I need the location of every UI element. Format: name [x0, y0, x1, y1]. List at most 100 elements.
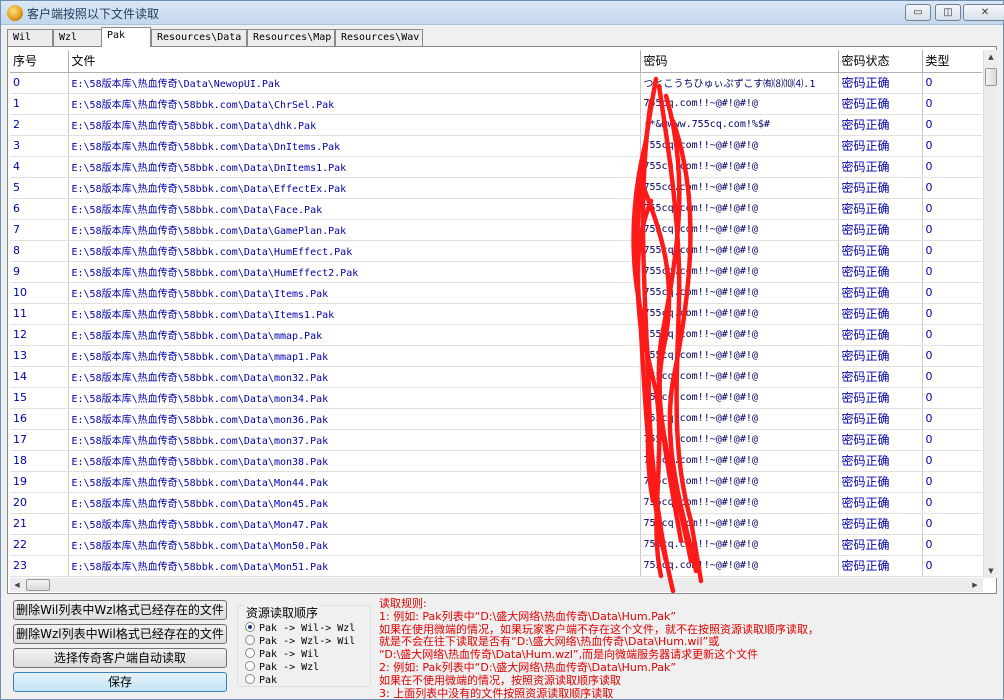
row-index-cell[interactable]: 11 [10, 303, 69, 325]
row-index-cell[interactable]: 14 [10, 366, 69, 388]
tab-wzl[interactable]: Wzl [53, 29, 103, 46]
row-type-cell[interactable]: 0 [922, 282, 982, 304]
row-index-cell[interactable]: 20 [10, 492, 69, 514]
delete-wil-duplicates-button[interactable]: 删除Wil列表中Wzl格式已经存在的文件 [13, 600, 227, 620]
row-index-cell[interactable]: 21 [10, 513, 69, 535]
row-type-cell[interactable]: 0 [922, 408, 982, 430]
read-order-option[interactable]: Pak -> Wzl-> Wil [245, 635, 355, 648]
tab-resources-data[interactable]: Resources\Data [151, 29, 247, 46]
table-row[interactable]: 5 E:\58版本库\热血传奇\58bbk.com\Data\EffectEx.P… [10, 177, 982, 199]
tab-pak[interactable]: Pak [101, 27, 151, 47]
row-index-cell[interactable]: 8 [10, 240, 69, 262]
row-password-status-cell[interactable]: 密码正确 [838, 555, 923, 577]
row-index-cell[interactable]: 12 [10, 324, 69, 346]
table-row[interactable]: 9 E:\58版本库\热血传奇\58bbk.com\Data\HumEffect2… [10, 261, 982, 283]
row-type-cell[interactable]: 0 [922, 366, 982, 388]
close-button[interactable]: ✕ [963, 4, 1004, 21]
radio-icon[interactable] [245, 661, 255, 671]
read-order-option[interactable]: Pak -> Wil-> Wzl [245, 622, 355, 635]
table-row[interactable]: 3 E:\58版本库\热血传奇\58bbk.com\Data\DnItems.Pa… [10, 135, 982, 157]
row-index-cell[interactable]: 10 [10, 282, 69, 304]
table-row[interactable]: 11 E:\58版本库\热血传奇\58bbk.com\Data\Items1.Pa… [10, 303, 982, 325]
row-password-status-cell[interactable]: 密码正确 [838, 240, 923, 262]
row-index-cell[interactable]: 9 [10, 261, 69, 283]
row-index-cell[interactable]: 4 [10, 156, 69, 178]
table-row[interactable]: 2 E:\58版本库\热血传奇\58bbk.com\Data\dhk.Pak (*&… [10, 114, 982, 136]
scroll-left-icon[interactable]: ◀ [10, 578, 24, 592]
row-password-cell[interactable]: 755cq.com!!~@#!@#!@ [640, 156, 839, 178]
row-password-cell[interactable]: 755cq.com!!~@#!@#!@ [640, 240, 839, 262]
vertical-scroll-thumb[interactable] [985, 68, 997, 86]
row-type-cell[interactable]: 0 [922, 471, 982, 493]
row-password-cell[interactable]: 755cq.com!!~@#!@#!@ [640, 282, 839, 304]
row-password-cell[interactable]: 755cq.com!!~@#!@#!@ [640, 135, 839, 157]
row-index-cell[interactable]: 6 [10, 198, 69, 220]
table-row[interactable]: 14 E:\58版本库\热血传奇\58bbk.com\Data\mon32.Pak… [10, 366, 982, 388]
row-type-cell[interactable]: 0 [922, 492, 982, 514]
row-file-cell[interactable]: E:\58版本库\热血传奇\58bbk.com\Data\DnItems1.Pa… [68, 156, 641, 178]
row-file-cell[interactable]: E:\58版本库\热血传奇\58bbk.com\Data\Mon50.Pak [68, 534, 641, 556]
row-index-cell[interactable]: 1 [10, 93, 69, 115]
row-type-cell[interactable]: 0 [922, 513, 982, 535]
row-password-cell[interactable]: 755cq.com!!~@#!@#!@ [640, 471, 839, 493]
maximize-button[interactable]: ◫ [935, 4, 961, 21]
row-index-cell[interactable]: 23 [10, 555, 69, 577]
table-row[interactable]: 16 E:\58版本库\热血传奇\58bbk.com\Data\mon36.Pak… [10, 408, 982, 430]
row-type-cell[interactable]: 0 [922, 177, 982, 199]
row-type-cell[interactable]: 0 [922, 219, 982, 241]
row-password-cell[interactable]: 755cq.com!!~@#!@#!@ [640, 513, 839, 535]
horizontal-scrollbar[interactable]: ◀ ▶ [10, 578, 983, 592]
auto-read-client-button[interactable]: 选择传奇客户端自动读取 [13, 648, 227, 668]
row-password-cell[interactable]: 755cq.com!!~@#!@#!@ [640, 93, 839, 115]
row-type-cell[interactable]: 0 [922, 240, 982, 262]
row-type-cell[interactable]: 0 [922, 324, 982, 346]
row-index-cell[interactable]: 19 [10, 471, 69, 493]
row-index-cell[interactable]: 16 [10, 408, 69, 430]
row-password-cell[interactable]: 755cq.com!!~@#!@#!@ [640, 408, 839, 430]
file-grid[interactable]: 序号 文件 密码 密码状态 类型 0 E:\58版本库\热血传奇\Data\New… [10, 50, 982, 578]
row-index-cell[interactable]: 18 [10, 450, 69, 472]
row-password-status-cell[interactable]: 密码正确 [838, 471, 923, 493]
minimize-button[interactable]: ▭ [905, 4, 931, 21]
row-password-status-cell[interactable]: 密码正确 [838, 114, 923, 136]
table-row[interactable]: 8 E:\58版本库\热血传奇\58bbk.com\Data\HumEffect.… [10, 240, 982, 262]
table-row[interactable]: 21 E:\58版本库\热血传奇\58bbk.com\Data\Mon47.Pak… [10, 513, 982, 535]
save-button[interactable]: 保存 [13, 672, 227, 692]
radio-checked-icon[interactable] [245, 622, 255, 632]
row-file-cell[interactable]: E:\58版本库\热血传奇\Data\NewopUI.Pak [68, 72, 641, 94]
radio-icon[interactable] [245, 674, 255, 684]
row-index-cell[interactable]: 3 [10, 135, 69, 157]
row-file-cell[interactable]: E:\58版本库\热血传奇\58bbk.com\Data\HumEffect2.… [68, 261, 641, 283]
column-header-file[interactable]: 文件 [68, 50, 641, 73]
row-password-cell[interactable]: 755cq.com!!~@#!@#!@ [640, 555, 839, 577]
table-row[interactable]: 4 E:\58版本库\热血传奇\58bbk.com\Data\DnItems1.P… [10, 156, 982, 178]
table-row[interactable]: 22 E:\58版本库\热血传奇\58bbk.com\Data\Mon50.Pak… [10, 534, 982, 556]
row-index-cell[interactable]: 13 [10, 345, 69, 367]
row-file-cell[interactable]: E:\58版本库\热血传奇\58bbk.com\Data\GamePlan.Pa… [68, 219, 641, 241]
row-password-status-cell[interactable]: 密码正确 [838, 135, 923, 157]
table-row[interactable]: 18 E:\58版本库\热血传奇\58bbk.com\Data\mon38.Pak… [10, 450, 982, 472]
read-order-option[interactable]: Pak [245, 674, 277, 687]
table-row[interactable]: 19 E:\58版本库\热血传奇\58bbk.com\Data\Mon44.Pak… [10, 471, 982, 493]
row-file-cell[interactable]: E:\58版本库\热血传奇\58bbk.com\Data\mon32.Pak [68, 366, 641, 388]
table-row[interactable]: 1 E:\58版本库\热血传奇\58bbk.com\Data\ChrSel.Pak… [10, 93, 982, 115]
row-password-cell[interactable]: 755cq.com!!~@#!@#!@ [640, 177, 839, 199]
row-type-cell[interactable]: 0 [922, 72, 982, 94]
row-password-status-cell[interactable]: 密码正确 [838, 345, 923, 367]
row-type-cell[interactable]: 0 [922, 555, 982, 577]
row-index-cell[interactable]: 15 [10, 387, 69, 409]
scroll-down-icon[interactable]: ▼ [984, 564, 998, 578]
row-file-cell[interactable]: E:\58版本库\热血传奇\58bbk.com\Data\mon38.Pak [68, 450, 641, 472]
column-header-type[interactable]: 类型 [922, 50, 982, 73]
delete-wzl-duplicates-button[interactable]: 删除Wzl列表中Wil格式已经存在的文件 [13, 624, 227, 644]
row-password-cell[interactable]: 755cq.com!!~@#!@#!@ [640, 450, 839, 472]
table-row[interactable]: 20 E:\58版本库\热血传奇\58bbk.com\Data\Mon45.Pak… [10, 492, 982, 514]
column-header-password[interactable]: 密码 [640, 50, 839, 73]
row-type-cell[interactable]: 0 [922, 429, 982, 451]
row-file-cell[interactable]: E:\58版本库\热血传奇\58bbk.com\Data\mmap1.Pak [68, 345, 641, 367]
row-file-cell[interactable]: E:\58版本库\热血传奇\58bbk.com\Data\Mon44.Pak [68, 471, 641, 493]
row-type-cell[interactable]: 0 [922, 261, 982, 283]
row-password-cell[interactable]: つとこうちひゅぃぷずこす㈲⑻⑽⑷.1 [640, 72, 839, 94]
row-type-cell[interactable]: 0 [922, 135, 982, 157]
row-file-cell[interactable]: E:\58版本库\热血传奇\58bbk.com\Data\Mon51.Pak [68, 555, 641, 577]
